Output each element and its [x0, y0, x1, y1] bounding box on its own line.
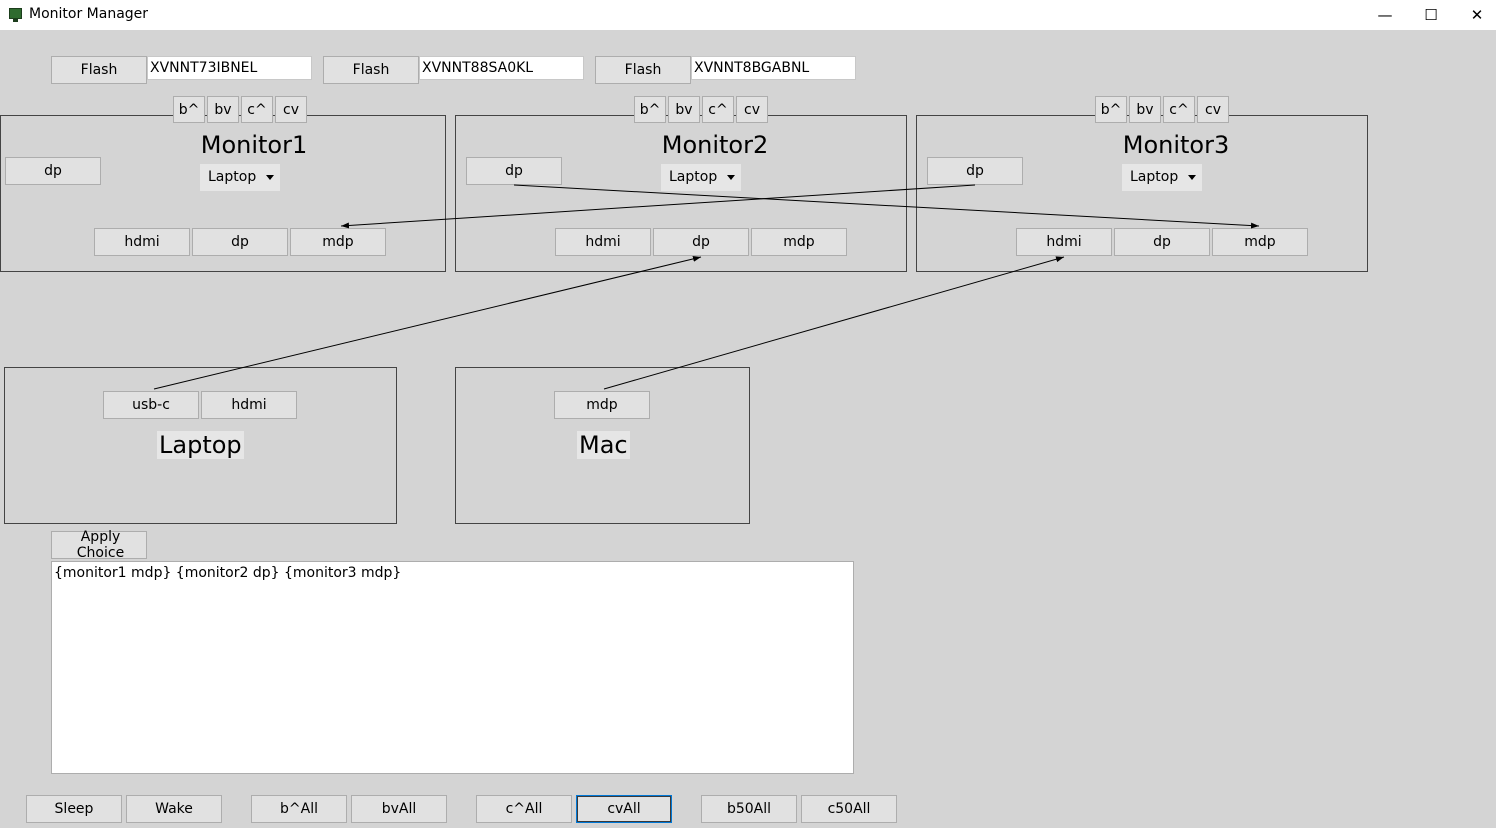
- wire-laptop-usbc-to-monitor2-dp: [153, 255, 702, 390]
- apply-choice-button[interactable]: Apply Choice: [51, 529, 147, 561]
- contrast-down-all-button[interactable]: cvAll: [576, 795, 672, 823]
- brightness-down-all-button[interactable]: bvAll: [351, 795, 447, 823]
- wake-button[interactable]: Wake: [126, 795, 222, 823]
- brightness-50-all-button[interactable]: b50All: [701, 795, 797, 823]
- contrast-up-all-button[interactable]: c^All: [476, 795, 572, 823]
- contrast-50-all-button[interactable]: c50All: [801, 795, 897, 823]
- choice-text-area[interactable]: {monitor1 mdp} {monitor2 dp} {monitor3 m…: [51, 561, 854, 774]
- brightness-up-all-button[interactable]: b^All: [251, 795, 347, 823]
- sleep-button[interactable]: Sleep: [26, 795, 122, 823]
- wire-mac-mdp-to-monitor3-hdmi: [603, 256, 1065, 390]
